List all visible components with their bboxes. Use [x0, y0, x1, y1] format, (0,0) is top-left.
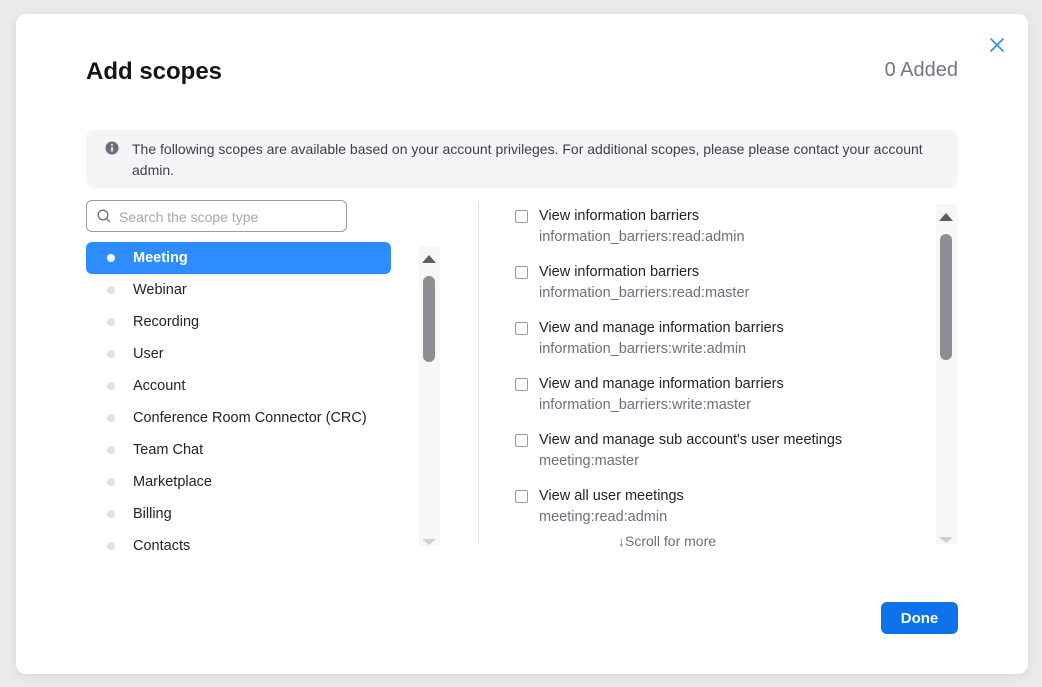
scope-code: meeting:read:admin [539, 509, 668, 525]
arrow-down-icon: ↓ [618, 533, 625, 549]
category-item-meeting[interactable]: Meeting [86, 242, 391, 274]
category-scrollbar[interactable] [419, 246, 440, 546]
scope-code: information_barriers:read:master [539, 285, 750, 301]
scope-checkbox[interactable] [515, 322, 528, 335]
bullet-icon [107, 446, 115, 454]
category-item-recording[interactable]: Recording [86, 306, 391, 338]
bullet-icon [107, 382, 115, 390]
scope-name: View and manage information barriers [539, 376, 784, 392]
category-list: Meeting Webinar Recording User Account C… [86, 242, 391, 562]
scope-code: meeting:master [539, 453, 639, 469]
bullet-icon [107, 286, 115, 294]
category-label: Webinar [133, 282, 187, 298]
category-item-contacts[interactable]: Contacts [86, 530, 391, 562]
close-icon[interactable] [988, 36, 1006, 54]
scrollbar-thumb[interactable] [940, 234, 952, 360]
bullet-icon [107, 478, 115, 486]
category-label: Conference Room Connector (CRC) [133, 410, 367, 426]
bullet-icon [107, 510, 115, 518]
scope-name: View all user meetings [539, 488, 684, 504]
info-text: The following scopes are available based… [132, 141, 923, 178]
dialog-title: Add scopes [86, 58, 223, 85]
scope-item: View information barriers information_ba… [515, 208, 925, 264]
scope-item: View all user meetings meeting:read:admi… [515, 488, 925, 542]
scope-scrollbar[interactable] [936, 204, 957, 544]
category-label: Account [133, 378, 186, 394]
scope-item: View and manage sub account's user meeti… [515, 432, 925, 488]
scope-name: View information barriers [539, 208, 700, 224]
scroll-up-icon[interactable] [422, 255, 436, 263]
scope-checkbox[interactable] [515, 434, 528, 447]
category-item-marketplace[interactable]: Marketplace [86, 466, 391, 498]
bullet-icon [107, 414, 115, 422]
bullet-icon [107, 350, 115, 358]
scope-name: View information barriers [539, 264, 700, 280]
scope-code: information_barriers:read:admin [539, 229, 745, 245]
scope-name: View and manage sub account's user meeti… [539, 432, 843, 448]
scope-code: information_barriers:write:master [539, 397, 751, 413]
scope-checkbox[interactable] [515, 266, 528, 279]
category-item-webinar[interactable]: Webinar [86, 274, 391, 306]
category-item-account[interactable]: Account [86, 370, 391, 402]
info-icon [105, 141, 119, 155]
bullet-icon [107, 318, 115, 326]
category-label: Team Chat [133, 442, 204, 458]
scope-name: View and manage information barriers [539, 320, 784, 336]
search-input[interactable] [117, 201, 341, 233]
category-label: Meeting [133, 250, 188, 266]
scope-item: View and manage information barriers inf… [515, 320, 925, 376]
add-scopes-dialog: Add scopes 0 Added The following scopes … [16, 14, 1028, 674]
scope-code: information_barriers:write:admin [539, 341, 747, 357]
category-item-user[interactable]: User [86, 338, 391, 370]
category-label: Marketplace [133, 474, 212, 490]
scroll-hint-label: Scroll for more [625, 533, 717, 549]
search-box [86, 200, 347, 233]
category-label: User [133, 346, 164, 362]
scroll-down-icon[interactable] [939, 537, 953, 543]
scroll-up-icon[interactable] [939, 213, 953, 221]
category-item-billing[interactable]: Billing [86, 498, 391, 530]
added-count: 0 Added [884, 59, 958, 81]
scroll-for-more-hint[interactable]: ↓Scroll for more [616, 533, 719, 549]
category-label: Contacts [133, 538, 191, 554]
done-button[interactable]: Done [881, 602, 958, 634]
info-banner: The following scopes are available based… [86, 130, 958, 188]
bullet-icon [107, 542, 115, 550]
scope-list: View information barriers information_ba… [515, 208, 925, 542]
category-label: Recording [133, 314, 200, 330]
scope-item: View and manage information barriers inf… [515, 376, 925, 432]
panel-divider [478, 202, 479, 544]
scope-checkbox[interactable] [515, 210, 528, 223]
bullet-icon [107, 254, 115, 262]
search-icon [97, 209, 111, 223]
category-label: Billing [133, 506, 172, 522]
scroll-down-icon[interactable] [422, 539, 436, 545]
category-item-team-chat[interactable]: Team Chat [86, 434, 391, 466]
scope-checkbox[interactable] [515, 378, 528, 391]
scope-checkbox[interactable] [515, 490, 528, 503]
category-item-crc[interactable]: Conference Room Connector (CRC) [86, 402, 391, 434]
scope-item: View information barriers information_ba… [515, 264, 925, 320]
scrollbar-thumb[interactable] [423, 276, 435, 362]
